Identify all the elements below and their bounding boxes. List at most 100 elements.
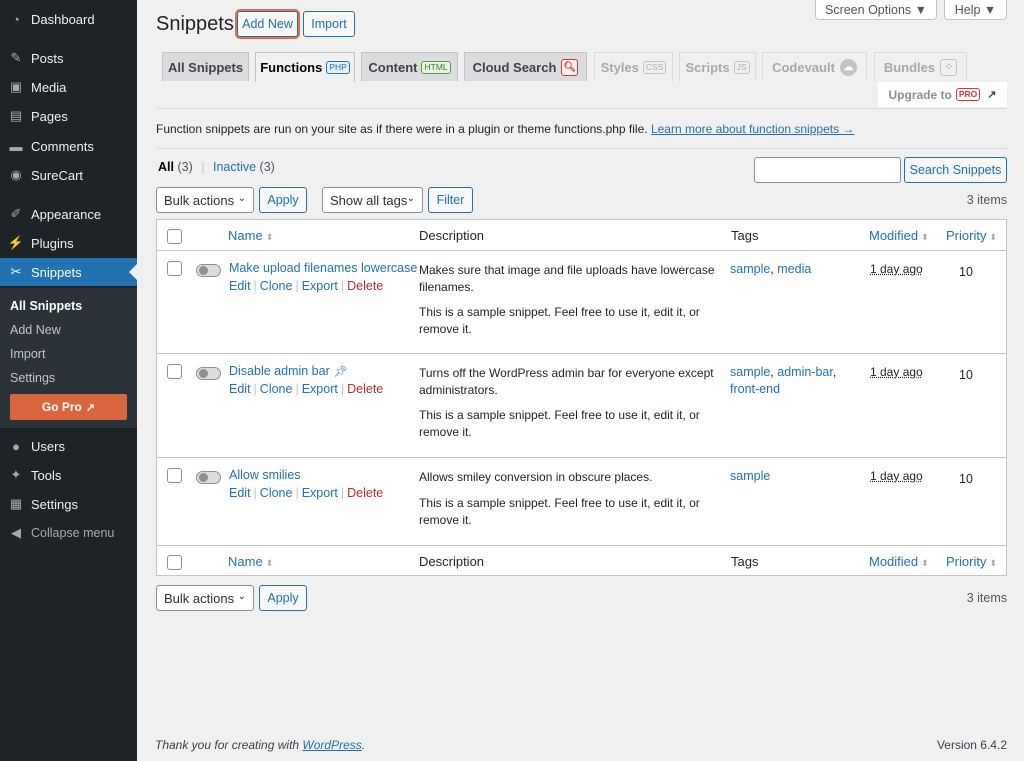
tab-functions[interactable]: Functions PHP bbox=[255, 52, 355, 82]
tab-cloud-search[interactable]: Cloud Search 🔍︎ bbox=[464, 52, 587, 81]
menu-pages[interactable]: ▤ Pages bbox=[0, 102, 137, 130]
row-checkbox[interactable] bbox=[167, 261, 182, 276]
delete-link[interactable]: Delete bbox=[347, 279, 383, 293]
menu-plugins[interactable]: ⚡ Plugins bbox=[0, 229, 137, 257]
tag-link[interactable]: admin-bar bbox=[777, 365, 833, 379]
items-count-bottom: 3 items bbox=[966, 591, 1007, 605]
column-modified[interactable]: Modified ⬍ bbox=[869, 554, 929, 569]
menu-settings[interactable]: ▦ Settings bbox=[0, 490, 137, 518]
collapse-menu[interactable]: ◀ Collapse menu bbox=[0, 519, 137, 547]
submenu-settings[interactable]: Settings bbox=[10, 371, 55, 385]
footer-version: Version 6.4.2 bbox=[936, 738, 1007, 752]
column-modified[interactable]: Modified ⬍ bbox=[869, 228, 929, 243]
clone-link[interactable]: Clone bbox=[260, 486, 293, 500]
column-name[interactable]: Name ⬍ bbox=[228, 554, 273, 569]
edit-link[interactable]: Edit bbox=[229, 279, 251, 293]
menu-comments[interactable]: ▬ Comments bbox=[0, 132, 137, 160]
edit-link[interactable]: Edit bbox=[229, 486, 251, 500]
snippet-name-link[interactable]: Allow smilies bbox=[229, 468, 301, 482]
column-priority[interactable]: Priority ⬍ bbox=[946, 554, 997, 569]
tab-all-snippets[interactable]: All Snippets bbox=[162, 52, 249, 81]
tab-scripts[interactable]: Scripts JS bbox=[679, 52, 756, 81]
tag-link[interactable]: sample bbox=[730, 365, 770, 379]
export-link[interactable]: Export bbox=[302, 279, 338, 293]
menu-media[interactable]: ▣ Media bbox=[0, 73, 137, 101]
export-link[interactable]: Export bbox=[302, 486, 338, 500]
filter-button[interactable]: Filter bbox=[428, 187, 473, 213]
tab-styles[interactable]: Styles CSS bbox=[594, 52, 673, 81]
tab-bundles[interactable]: Bundles ⁘ bbox=[874, 52, 967, 81]
delete-link[interactable]: Delete bbox=[347, 382, 383, 396]
apply-button-bottom[interactable]: Apply bbox=[259, 585, 307, 611]
tags-select[interactable]: Show all tags ⌄ bbox=[322, 187, 423, 213]
filter-inactive-count: (3) bbox=[259, 160, 275, 174]
submenu-add-new[interactable]: Add New bbox=[10, 323, 61, 337]
table-header: Name ⬍ Description Tags Modified ⬍ Priorit… bbox=[157, 220, 1006, 251]
tag-link[interactable]: front-end bbox=[730, 382, 780, 396]
sort-icon: ⬍ bbox=[989, 232, 997, 242]
tab-codevault[interactable]: Codevault ☁ bbox=[762, 52, 867, 81]
snippet-name-link[interactable]: Disable admin bar 📌︎ bbox=[229, 364, 348, 378]
menu-dashboard[interactable]: ◔ Dashboard bbox=[0, 5, 137, 33]
search-snippets-button[interactable]: Search Snippets bbox=[904, 157, 1007, 183]
go-pro-button[interactable]: Go Pro ↗ bbox=[10, 394, 127, 420]
menu-appearance[interactable]: ✐ Appearance bbox=[0, 200, 137, 228]
row-checkbox[interactable] bbox=[167, 468, 182, 483]
filter-all[interactable]: All bbox=[158, 160, 174, 174]
chevron-down-icon: ⌄ bbox=[237, 193, 246, 204]
tab-content[interactable]: Content HTML bbox=[361, 52, 458, 81]
tag-link[interactable]: media bbox=[777, 262, 811, 276]
scissors-icon: ✂ bbox=[10, 264, 22, 279]
add-new-button[interactable]: Add New bbox=[237, 11, 298, 37]
upgrade-link[interactable]: Upgrade to PRO ↗ bbox=[878, 82, 1007, 107]
sort-icon: ⬍ bbox=[265, 558, 274, 568]
pin-icon: ✎ bbox=[10, 50, 22, 65]
snippet-toggle[interactable] bbox=[196, 367, 221, 380]
wordpress-link[interactable]: WordPress bbox=[302, 738, 361, 752]
clone-link[interactable]: Clone bbox=[260, 279, 293, 293]
snippet-toggle[interactable] bbox=[196, 471, 221, 484]
search-input[interactable] bbox=[754, 157, 901, 183]
row-checkbox[interactable] bbox=[167, 364, 182, 379]
filter-inactive[interactable]: Inactive bbox=[213, 160, 256, 174]
help-button[interactable]: Help ▼ bbox=[944, 0, 1007, 20]
snippet-toggle[interactable] bbox=[196, 264, 221, 277]
submenu-all-snippets[interactable]: All Snippets bbox=[10, 299, 82, 313]
menu-tools[interactable]: ✦ Tools bbox=[0, 461, 137, 489]
menu-snippets[interactable]: ✂ Snippets bbox=[0, 258, 137, 286]
snippet-note: This is a sample snippet. Feel free to u… bbox=[419, 305, 700, 336]
screen-options-button[interactable]: Screen Options ▼ bbox=[815, 0, 937, 20]
snippet-note: This is a sample snippet. Feel free to u… bbox=[419, 408, 700, 439]
clone-link[interactable]: Clone bbox=[260, 382, 293, 396]
delete-link[interactable]: Delete bbox=[347, 486, 383, 500]
submenu-import[interactable]: Import bbox=[10, 347, 45, 361]
row-divider bbox=[157, 353, 1006, 354]
tag-link[interactable]: sample bbox=[730, 469, 770, 483]
plug-icon: ⚡ bbox=[7, 235, 25, 250]
snippets-table: Name ⬍ Description Tags Modified ⬍ Priorit… bbox=[156, 219, 1007, 576]
select-all-checkbox[interactable] bbox=[167, 229, 182, 244]
column-priority[interactable]: Priority ⬍ bbox=[946, 228, 997, 243]
tag-link[interactable]: sample bbox=[730, 262, 770, 276]
edit-link[interactable]: Edit bbox=[229, 382, 251, 396]
user-icon: ● bbox=[12, 438, 20, 454]
js-badge: JS bbox=[733, 60, 750, 74]
snippet-name-link[interactable]: Make upload filenames lowercase bbox=[229, 261, 417, 275]
apply-button[interactable]: Apply bbox=[259, 187, 307, 213]
learn-more-link[interactable]: Learn more about function snippets → bbox=[651, 122, 854, 136]
menu-posts[interactable]: ✎ Posts bbox=[0, 44, 137, 72]
bulk-actions-select[interactable]: Bulk actions ⌄ bbox=[156, 187, 254, 213]
import-button[interactable]: Import bbox=[303, 11, 355, 37]
menu-users[interactable]: ● Users bbox=[0, 432, 137, 460]
menu-surecart[interactable]: ◉ SureCart bbox=[0, 161, 137, 189]
row-actions: Edit | Clone | Export | Delete bbox=[229, 382, 384, 396]
export-link[interactable]: Export bbox=[302, 382, 338, 396]
priority-value: 10 bbox=[959, 368, 973, 382]
bulk-actions-select-bottom[interactable]: Bulk actions ⌄ bbox=[156, 585, 254, 611]
dashboard-icon: ◔ bbox=[12, 11, 20, 27]
page-title: Snippets bbox=[156, 13, 234, 35]
select-all-checkbox[interactable] bbox=[167, 555, 182, 570]
column-tags: Tags bbox=[731, 228, 759, 243]
info-divider bbox=[156, 148, 1007, 149]
column-name[interactable]: Name ⬍ bbox=[228, 228, 273, 243]
